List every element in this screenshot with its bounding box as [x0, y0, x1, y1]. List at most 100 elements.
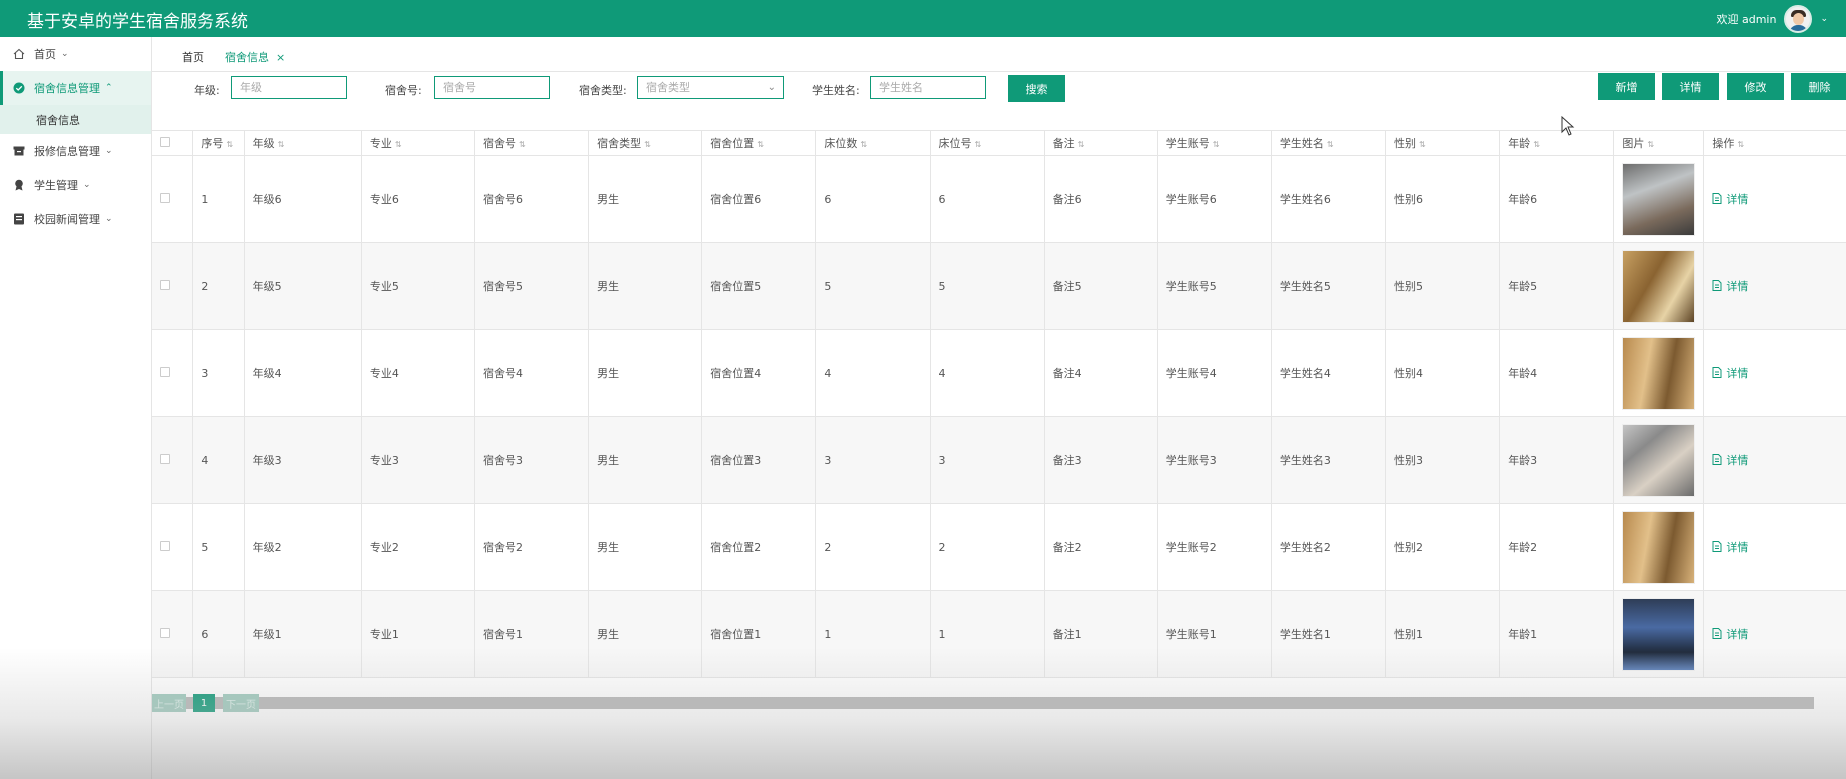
column-header[interactable]: 宿舍类型 ⇅	[588, 130, 703, 156]
row-detail-link[interactable]: 详情	[1712, 539, 1748, 555]
table-cell-major: 专业6	[361, 155, 476, 243]
sidebar-item-students[interactable]: 学生管理 ⌄	[0, 168, 151, 202]
sidebar-item-news[interactable]: 校园新闻管理 ⌄	[0, 202, 151, 236]
row-checkbox[interactable]	[152, 329, 194, 417]
table-cell-account: 学生账号4	[1157, 329, 1272, 417]
home-icon	[13, 48, 25, 60]
table-cell-type: 男生	[588, 503, 703, 591]
column-header[interactable]: 宿舍位置 ⇅	[701, 130, 817, 156]
column-header[interactable]: 床位数 ⇅	[815, 130, 931, 156]
column-header[interactable]: 年级 ⇅	[244, 130, 362, 156]
room-input[interactable]: 宿舍号	[434, 76, 550, 99]
row-detail-link[interactable]: 详情	[1712, 626, 1748, 642]
sidebar-item-dorm-info[interactable]: 宿舍信息管理 ⌃	[0, 71, 151, 105]
table-row[interactable]: 1 年级6 专业6 宿舍号6 男生 宿舍位置6 6 6 备注6 学生账号6 学生姓名6 性别6 年龄6 详…	[152, 155, 1846, 243]
search-button[interactable]: 搜索	[1008, 75, 1065, 102]
column-header[interactable]: 年龄 ⇅	[1499, 130, 1615, 156]
tab-home[interactable]: 首页	[182, 49, 204, 65]
table-cell-location: 宿舍位置6	[701, 155, 817, 243]
row-checkbox[interactable]	[152, 503, 194, 591]
sidebar-item-home[interactable]: 首页 ⌄	[0, 37, 151, 71]
table-cell-name: 学生姓名3	[1271, 416, 1387, 504]
table-cell-major: 专业4	[361, 329, 476, 417]
table-cell-type: 男生	[588, 416, 703, 504]
document-icon	[1712, 280, 1722, 292]
table-cell-beds: 1	[815, 590, 931, 678]
next-page-button[interactable]: 下一页	[223, 694, 259, 712]
table-row[interactable]: 3 年级4 专业4 宿舍号4 男生 宿舍位置4 4 4 备注4 学生账号4 学生姓名4 性别4 年龄4 详…	[152, 329, 1846, 417]
column-header[interactable]: 备注 ⇅	[1044, 130, 1158, 156]
table-cell-op: 详情	[1703, 590, 1846, 678]
table-cell-bed_no: 1	[930, 590, 1045, 678]
row-checkbox[interactable]	[152, 590, 194, 678]
name-label: 学生姓名:	[812, 84, 860, 97]
chevron-down-icon[interactable]: ⌄	[1820, 14, 1828, 24]
news-icon	[13, 213, 25, 225]
scrollbar-track[interactable]	[152, 697, 1814, 709]
table-cell-name: 学生姓名5	[1271, 242, 1387, 330]
column-header[interactable]: 专业 ⇅	[361, 130, 476, 156]
table-cell-no: 3	[192, 329, 245, 417]
table-cell-grade: 年级6	[244, 155, 362, 243]
table-row[interactable]: 5 年级2 专业2 宿舍号2 男生 宿舍位置2 2 2 备注2 学生账号2 学生姓名2 性别2 年龄2 详…	[152, 503, 1846, 591]
type-select[interactable]: 宿舍类型 ⌄	[637, 76, 784, 99]
column-header[interactable]: 学生账号 ⇅	[1157, 130, 1272, 156]
sort-icon: ⇅	[1647, 140, 1655, 149]
check-circle-icon	[13, 82, 25, 94]
column-header[interactable]: 性别 ⇅	[1385, 130, 1501, 156]
table-cell-no: 2	[192, 242, 245, 330]
top-bar: 基于安卓的学生宿舍服务系统 欢迎 admin ⌄	[0, 0, 1846, 37]
table-cell-account: 学生账号6	[1157, 155, 1272, 243]
row-checkbox[interactable]	[152, 416, 194, 504]
grade-label: 年级:	[194, 84, 220, 97]
row-checkbox[interactable]	[152, 242, 194, 330]
edit-button[interactable]: 修改	[1727, 73, 1784, 100]
mouse-cursor-icon	[1561, 116, 1575, 136]
column-header[interactable]: 图片 ⇅	[1613, 130, 1705, 156]
detail-button[interactable]: 详情	[1662, 73, 1719, 100]
table-row[interactable]: 6 年级1 专业1 宿舍号1 男生 宿舍位置1 1 1 备注1 学生账号1 学生姓名1 性别1 年龄1 详…	[152, 590, 1846, 678]
room-photo	[1613, 155, 1705, 243]
row-detail-link[interactable]: 详情	[1712, 452, 1748, 468]
sort-icon: ⇅	[860, 140, 868, 149]
table-cell-note: 备注6	[1044, 155, 1158, 243]
column-header[interactable]: 序号 ⇅	[192, 130, 245, 156]
table-row[interactable]: 2 年级5 专业5 宿舍号5 男生 宿舍位置5 5 5 备注5 学生账号5 学生姓名5 性别5 年龄5 详…	[152, 242, 1846, 330]
table-cell-note: 备注2	[1044, 503, 1158, 591]
select-all-checkbox[interactable]	[152, 130, 194, 156]
column-header[interactable]: 床位号 ⇅	[930, 130, 1045, 156]
add-button[interactable]: 新增	[1598, 73, 1655, 100]
table-cell-type: 男生	[588, 155, 703, 243]
room-photo-image	[1622, 423, 1696, 497]
room-photo-image	[1622, 597, 1696, 671]
page-1-button[interactable]: 1	[193, 694, 215, 712]
delete-button[interactable]: 删除	[1791, 73, 1846, 100]
column-header[interactable]: 操作 ⇅	[1703, 130, 1846, 156]
grade-input[interactable]: 年级	[231, 76, 347, 99]
column-header[interactable]: 学生姓名 ⇅	[1271, 130, 1387, 156]
close-icon[interactable]: ×	[276, 51, 285, 64]
table-cell-age: 年龄4	[1499, 329, 1615, 417]
sort-icon: ⇅	[974, 140, 982, 149]
sidebar-subitem-dorm-info[interactable]: 宿舍信息	[0, 105, 151, 134]
table-cell-no: 6	[192, 590, 245, 678]
row-detail-link[interactable]: 详情	[1712, 191, 1748, 207]
user-menu[interactable]: 欢迎 admin ⌄	[1716, 4, 1828, 33]
column-header[interactable]: 宿舍号 ⇅	[474, 130, 590, 156]
sort-icon: ⇅	[1737, 140, 1745, 149]
sidebar-item-repair[interactable]: 报修信息管理 ⌄	[0, 134, 151, 168]
row-detail-link[interactable]: 详情	[1712, 278, 1748, 294]
table-cell-no: 4	[192, 416, 245, 504]
tab-dorm-info[interactable]: 宿舍信息 ×	[225, 49, 285, 65]
table-cell-age: 年龄5	[1499, 242, 1615, 330]
name-input[interactable]: 学生姓名	[870, 76, 986, 99]
table-row[interactable]: 4 年级3 专业3 宿舍号3 男生 宿舍位置3 3 3 备注3 学生账号3 学生姓名3 性别3 年龄3 详…	[152, 416, 1846, 504]
document-icon	[1712, 541, 1722, 553]
row-detail-link[interactable]: 详情	[1712, 365, 1748, 381]
prev-page-button[interactable]: 上一页	[152, 694, 186, 712]
row-checkbox[interactable]	[152, 155, 194, 243]
user-avatar-icon[interactable]	[1784, 4, 1813, 33]
type-select-value: 宿舍类型	[646, 81, 690, 94]
app-title: 基于安卓的学生宿舍服务系统	[27, 12, 248, 32]
table-cell-type: 男生	[588, 242, 703, 330]
